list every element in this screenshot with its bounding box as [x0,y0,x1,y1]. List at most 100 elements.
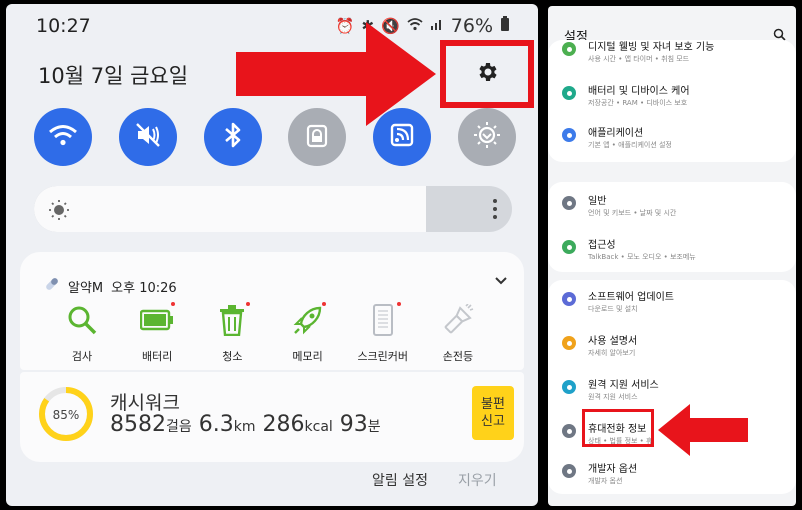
general-icon [562,196,576,210]
brightness-fill [34,186,426,232]
notification-dot [321,302,326,306]
settings-group-1: 디지털 웰빙 및 자녀 보호 기능사용 시간 • 앱 타이머 • 취침 모드배터… [548,40,796,162]
more-options-icon[interactable] [492,198,498,224]
eye-comfort-icon [472,120,502,154]
cashwalk-title: 캐시워크 [110,392,180,414]
settings-row-title: 애플리케이션 [588,128,644,139]
settings-highlight-box [440,40,534,108]
settings-row-subtitle: 자세히 알아보기 [588,349,636,357]
mute-icon [134,121,162,153]
icon-glyph [566,468,572,474]
update-icon [562,292,576,306]
annotation-arrow [658,404,748,456]
date-label: 10월 7일 금요일 [38,64,189,88]
steps-value: 8582 [110,412,166,437]
report-line-1: 불편 [481,397,505,412]
settings-group-2: 일반 언어 및 키보드 • 날짜 및 시간 접근성 TalkBack • 모노 오디오… [548,182,796,272]
device-care-icon [562,86,576,100]
chevron-down-icon[interactable] [494,274,508,290]
settings-row[interactable]: 사용 설명서자세히 알아보기 [548,328,796,372]
settings-row[interactable]: 디지털 웰빙 및 자녀 보호 기능사용 시간 • 앱 타이머 • 취침 모드 [548,34,796,78]
alyac-notification-card[interactable]: 알약M 오후 10:26 검사 배터리 청소 메모리 스크린커버 손전등 [20,252,524,370]
action-label: 검사 [71,350,93,363]
action-flashlight[interactable]: 손전등 [426,302,490,364]
eye-comfort-toggle[interactable] [457,108,516,166]
phone-info-highlight-box [582,409,654,447]
icon-glyph [566,46,572,52]
wifi-icon [48,123,78,151]
settings-row[interactable]: 배터리 및 디바이스 케어저장공간 • RAM • 디바이스 보호 [548,78,796,122]
report-button[interactable]: 불편 신고 [472,386,514,440]
icon-glyph [566,296,572,302]
settings-row[interactable]: 접근성 TalkBack • 모노 오디오 • 보조메뉴 [548,232,796,276]
remote-icon [562,380,576,394]
settings-group-3: 소프트웨어 업데이트다운로드 및 설치사용 설명서자세히 알아보기원격 지원 서… [548,280,796,494]
quick-settings-row [34,108,516,166]
cashwalk-notification-card[interactable]: 85% 캐시워크 8582걸음 6.3km 286kcal 93분 불편 신고 [20,372,524,462]
action-screen-cover[interactable]: 스크린커버 [351,302,415,364]
settings-row-subtitle: TalkBack • 모노 오디오 • 보조메뉴 [588,253,696,261]
notification-app-name: 알약M [68,280,104,296]
progress-percent: 85% [53,408,80,422]
minutes-unit: 분 [367,419,381,435]
action-memory[interactable]: 메모리 [276,302,340,364]
notification-dot [246,302,251,306]
apps-icon [562,128,576,142]
notification-panel: 10:27 ⏰ ✱ 🔇 76% 10월 7일 금요일 [6,4,538,506]
screen-lock-toggle[interactable] [288,108,347,166]
bluetooth-toggle[interactable] [203,108,262,166]
battery-percent: 76% [450,15,493,37]
settings-row[interactable]: 애플리케이션기본 앱 • 애플리케이션 설정 [548,120,796,164]
notification-settings-button[interactable]: 알림 설정 [372,470,428,490]
rocket-icon [290,302,326,338]
wifi-toggle[interactable] [34,108,92,166]
settings-gear-icon[interactable] [475,60,499,88]
brightness-icon [48,199,70,225]
settings-row[interactable]: 개발자 옵션 개발자 옵션 [548,456,796,500]
icon-glyph [566,132,572,138]
settings-row-subtitle: 다운로드 및 설치 [588,305,638,313]
sound-mute-toggle[interactable] [118,108,177,166]
settings-row-subtitle: 사용 시간 • 앱 타이머 • 취침 모드 [588,55,690,63]
settings-row-subtitle: 저장공간 • RAM • 디바이스 보호 [588,99,688,107]
accessibility-icon [562,240,576,254]
settings-row-title: 소프트웨어 업데이트 [588,292,674,303]
action-label: 손전등 [442,350,474,363]
settings-panel: 설정 디지털 웰빙 및 자녀 보호 기능 사용 시간 • 앱 타이머 • 취침 모… [548,6,796,506]
report-line-2: 신고 [481,414,505,429]
action-scan[interactable]: 검사 [50,302,114,364]
icon-glyph [566,200,572,206]
battery-icon [500,16,510,36]
cast-icon [389,122,415,152]
settings-row-title: 원격 지원 서비스 [588,380,659,391]
action-battery[interactable]: 배터리 [125,302,189,364]
settings-row-title: 사용 설명서 [588,336,638,347]
settings-row[interactable]: 일반 언어 및 키보드 • 날짜 및 시간 [548,188,796,232]
clear-button[interactable]: 지우기 [458,470,497,490]
kcal-unit: kcal [304,419,333,435]
info-icon [562,424,576,438]
wellbeing-icon [562,42,576,56]
developer-icon [562,464,576,478]
progress-ring: 85% [39,387,93,441]
settings-row-title: 배터리 및 디바이스 케어 [588,86,690,97]
action-clean[interactable]: 청소 [200,302,264,364]
lock-icon [306,122,328,152]
notification-dot [396,302,401,306]
notification-actions: 검사 배터리 청소 메모리 스크린커버 손전등 [50,302,490,364]
settings-row-subtitle: 언어 및 키보드 • 날짜 및 시간 [588,209,677,217]
minutes-value: 93 [339,412,368,437]
distance-value: 6.3 [198,412,234,437]
settings-row[interactable]: 소프트웨어 업데이트다운로드 및 설치 [548,284,796,328]
kcal-value: 286 [262,412,305,437]
action-label: 배터리 [142,350,173,363]
settings-row-subtitle: 기본 앱 • 애플리케이션 설정 [588,141,672,149]
magnifier-icon [64,302,100,338]
settings-row-title: 디지털 웰빙 및 자녀 보호 기능 [588,42,715,53]
icon-glyph [566,428,572,434]
notification-time: 오후 10:26 [111,280,177,296]
smart-view-toggle[interactable] [373,108,432,166]
notification-header: 알약M 오후 10:26 [44,276,177,296]
brightness-slider[interactable] [34,186,512,232]
pill-icon [44,276,60,296]
